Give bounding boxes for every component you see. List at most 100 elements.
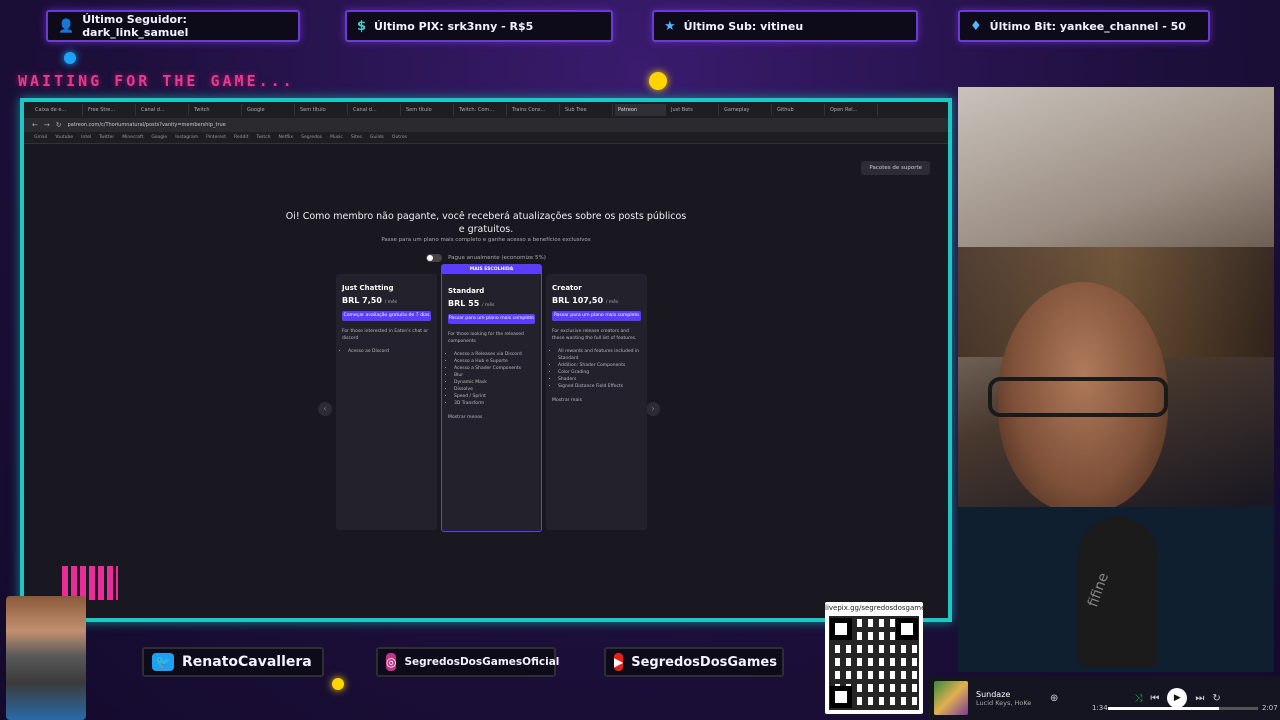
chevron-right-icon[interactable]: › — [646, 402, 660, 416]
bookmark-item[interactable]: Gmail — [34, 135, 47, 140]
tier-price: BRL 107,50 / mês — [552, 296, 641, 305]
bookmark-item[interactable]: Segredos — [301, 135, 322, 140]
tier-cta-button[interactable]: Passar para um plano mais completo — [448, 314, 535, 324]
bookmark-item[interactable]: Reddit — [234, 135, 248, 140]
bookmark-item[interactable]: Sites — [351, 135, 362, 140]
tier-toggle-more[interactable]: Mostrar mais — [552, 398, 641, 403]
browser-tab[interactable]: Free Stre... — [85, 104, 136, 116]
bookmark-item[interactable]: Twitter — [99, 135, 114, 140]
play-icon[interactable]: ▶ — [1167, 688, 1188, 708]
browser-tab[interactable]: Twitch: Com... — [456, 104, 507, 116]
qr-label: livepix.gg/segredosdosgames — [825, 604, 930, 612]
browser-tab[interactable]: Just Bets — [668, 104, 719, 116]
annual-toggle-row: Pague anualmente (economize 5%) — [24, 254, 948, 262]
alert-last-sub-text: Último Sub: vitineu — [683, 19, 804, 33]
tier-name: Just Chatting — [342, 284, 394, 292]
pix-qr-code: livepix.gg/segredosdosgames — [825, 602, 930, 714]
browser-tab[interactable]: Twitch — [191, 104, 242, 116]
tier-benefit: Speed / Sprint — [454, 393, 535, 400]
social-instagram-handle: SegredosDosGamesOficial — [404, 656, 560, 668]
social-twitter: 🐦 RenatoCavallera — [142, 647, 324, 677]
support-packages-button[interactable]: Pacotes de suporte — [861, 161, 930, 175]
browser-tab[interactable]: Google — [244, 104, 295, 116]
tier-price-value: BRL 107,50 — [552, 296, 604, 305]
forward-icon[interactable]: → — [44, 121, 50, 129]
album-art — [934, 681, 968, 715]
tier-cta-button[interactable]: Passar para um plano mais completo — [552, 311, 641, 321]
tier-toggle-more[interactable]: Mostrar menos — [448, 415, 535, 420]
browser-tab[interactable]: Canal d... — [350, 104, 401, 116]
browser-tab[interactable]: Sem título — [403, 104, 454, 116]
twitter-icon: 🐦 — [152, 653, 174, 671]
tier-benefit: Dynamic Mask — [454, 379, 535, 386]
bookmark-item[interactable]: Intel — [81, 135, 91, 140]
browser-tab[interactable]: Open Rel... — [827, 104, 878, 116]
previous-icon[interactable]: ⏮ — [1150, 693, 1159, 704]
tier-cta-button[interactable]: Começar avaliação gratuita de 7 dias — [342, 311, 431, 321]
bookmark-item[interactable]: Twitch — [256, 135, 270, 140]
browser-tab[interactable]: Canal d... — [138, 104, 189, 116]
browser-urlbar: ← → ↻ patreon.com/c/Thoriumnatural/posts… — [24, 118, 948, 132]
tier-price-period: / mês — [384, 300, 398, 305]
gem-icon: ♦ — [970, 18, 982, 34]
repeat-icon[interactable]: ↻ — [1212, 693, 1220, 704]
progress-bar[interactable] — [1108, 707, 1258, 710]
browser-tab[interactable]: Gameplay — [721, 104, 772, 116]
pix-icon: $ — [357, 18, 367, 34]
bookmark-item[interactable]: Netflix — [278, 135, 293, 140]
alert-last-pix-text: Último PIX: srk3nny - R$5 — [374, 19, 534, 33]
bookmark-item[interactable]: Outros — [392, 135, 407, 140]
browser-tab[interactable]: Trains Cons... — [509, 104, 560, 116]
headline-line-2: e gratuitos. — [458, 224, 514, 235]
social-instagram: ◎ SegredosDosGamesOficial — [376, 647, 560, 677]
webcam-feed: fifine — [958, 87, 1274, 672]
back-icon[interactable]: ← — [32, 121, 38, 129]
chevron-left-icon[interactable]: ‹ — [318, 402, 332, 416]
decor-dot — [649, 72, 667, 90]
progress-fill — [1108, 707, 1219, 710]
browser-tab[interactable]: Github — [774, 104, 825, 116]
tier-benefit: Acesso a Releases via Discord — [454, 351, 535, 358]
user-icon: 👤 — [58, 18, 75, 34]
browser-tab[interactable]: Sem título — [297, 104, 348, 116]
add-icon[interactable]: ⊕ — [1050, 693, 1058, 704]
qr-finder — [830, 686, 852, 708]
alert-last-follower: 👤 Último Seguidor: dark_link_samuel — [46, 10, 300, 42]
bookmark-item[interactable]: Minecraft — [122, 135, 143, 140]
tier-price-period: / mês — [482, 303, 495, 308]
space-invader-decor — [62, 566, 118, 600]
browser-tab[interactable]: Sub Tree — [562, 104, 613, 116]
address-bar[interactable]: patreon.com/c/Thoriumnatural/posts?vanit… — [68, 122, 226, 128]
music-player: Sundaze Lucid Keys, HoKe ⊕ ⤨ ⏮ ▶ ⏭ ↻ 1:3… — [928, 676, 1280, 720]
annual-toggle-label: Pague anualmente (economize 5%) — [448, 255, 546, 261]
tier-cards: Just Chatting BRL 7,50 / mês Começar avali… — [336, 264, 647, 532]
tier-card: Just Chatting BRL 7,50 / mês Começar avali… — [336, 274, 437, 530]
pixel-avatar — [6, 596, 86, 720]
tier-benefit: Signed Distance Field Effects — [558, 383, 641, 390]
tier-description: For those interested in Eaton's chat or … — [342, 329, 429, 341]
reload-icon[interactable]: ↻ — [56, 121, 62, 129]
page-headline: Oi! Como membro não pagante, você recebe… — [24, 210, 948, 236]
tier-benefit: Shaders — [558, 376, 641, 383]
tier-benefit: All rewards and features included in Sta… — [558, 348, 641, 362]
annual-toggle[interactable] — [426, 254, 443, 262]
tier-price-value: BRL 55 — [448, 299, 480, 308]
browser-tab[interactable]: Caixa de e... — [32, 104, 83, 116]
tier-benefit: Acesso ao Discord — [348, 348, 431, 355]
bookmark-item[interactable]: Google — [151, 135, 167, 140]
next-icon[interactable]: ⏭ — [1195, 693, 1204, 704]
browser-tab[interactable]: Patreon — [615, 104, 666, 116]
qr-finder — [896, 618, 918, 640]
bookmark-item[interactable]: Youtube — [55, 135, 73, 140]
tier-benefits: Acesso ao Discord — [342, 348, 431, 355]
page-subline: Passe para um plano mais completo e ganh… — [381, 237, 591, 243]
bookmark-item[interactable]: Instagram — [175, 135, 198, 140]
bookmark-item[interactable]: Guilds — [370, 135, 384, 140]
decor-dot — [332, 678, 344, 690]
shuffle-icon[interactable]: ⤨ — [1134, 693, 1142, 704]
tier-price-period: / mês — [605, 300, 619, 305]
tier-benefit: Acesso a Hub e Suporte — [454, 358, 535, 365]
bookmark-item[interactable]: Music — [330, 135, 343, 140]
instagram-icon: ◎ — [386, 653, 397, 671]
bookmark-item[interactable]: Pinterest — [206, 135, 226, 140]
